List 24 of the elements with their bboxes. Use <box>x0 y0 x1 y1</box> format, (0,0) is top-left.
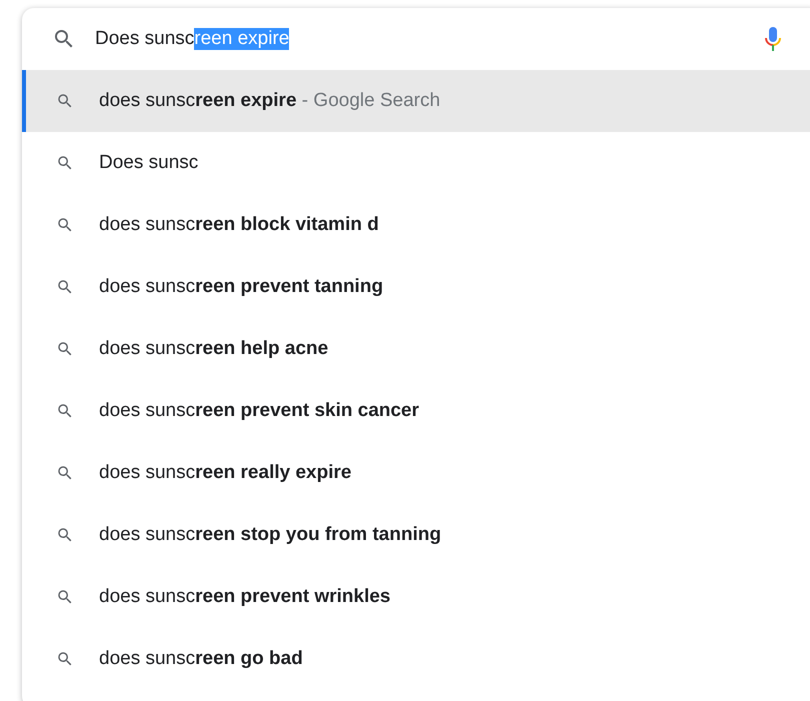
suggestion-text: does sunscreen stop you from tanning <box>99 524 442 546</box>
search-icon <box>56 402 74 420</box>
search-icon <box>56 278 74 296</box>
search-icon <box>56 464 74 482</box>
suggestion-item[interactable]: does sunscreen expire - Google Search <box>22 70 810 132</box>
suggestion-text: does sunscreen help acne <box>99 338 328 360</box>
suggestion-text: Does sunsc <box>99 152 198 174</box>
search-icon <box>56 216 74 234</box>
search-icon <box>56 92 74 110</box>
suggestion-text: does sunscreen really expire <box>99 462 352 484</box>
search-icon <box>56 154 74 172</box>
suggestion-text: does sunscreen expire <box>99 90 297 112</box>
search-icon <box>56 650 74 668</box>
suggestion-text: does sunscreen block vitamin d <box>99 214 379 236</box>
suggestion-text: does sunscreen go bad <box>99 648 303 670</box>
search-engine-label: - Google Search <box>300 90 440 112</box>
suggestion-text: does sunscreen prevent skin cancer <box>99 400 420 422</box>
microphone-icon[interactable] <box>764 26 782 52</box>
suggestion-text: does sunscreen prevent tanning <box>99 276 384 298</box>
search-icon <box>56 526 74 544</box>
suggestion-text: does sunscreen prevent wrinkles <box>99 586 390 608</box>
search-icon <box>56 340 74 358</box>
search-icon <box>56 588 74 606</box>
search-field[interactable]: Does sunscreen expire <box>95 8 764 70</box>
